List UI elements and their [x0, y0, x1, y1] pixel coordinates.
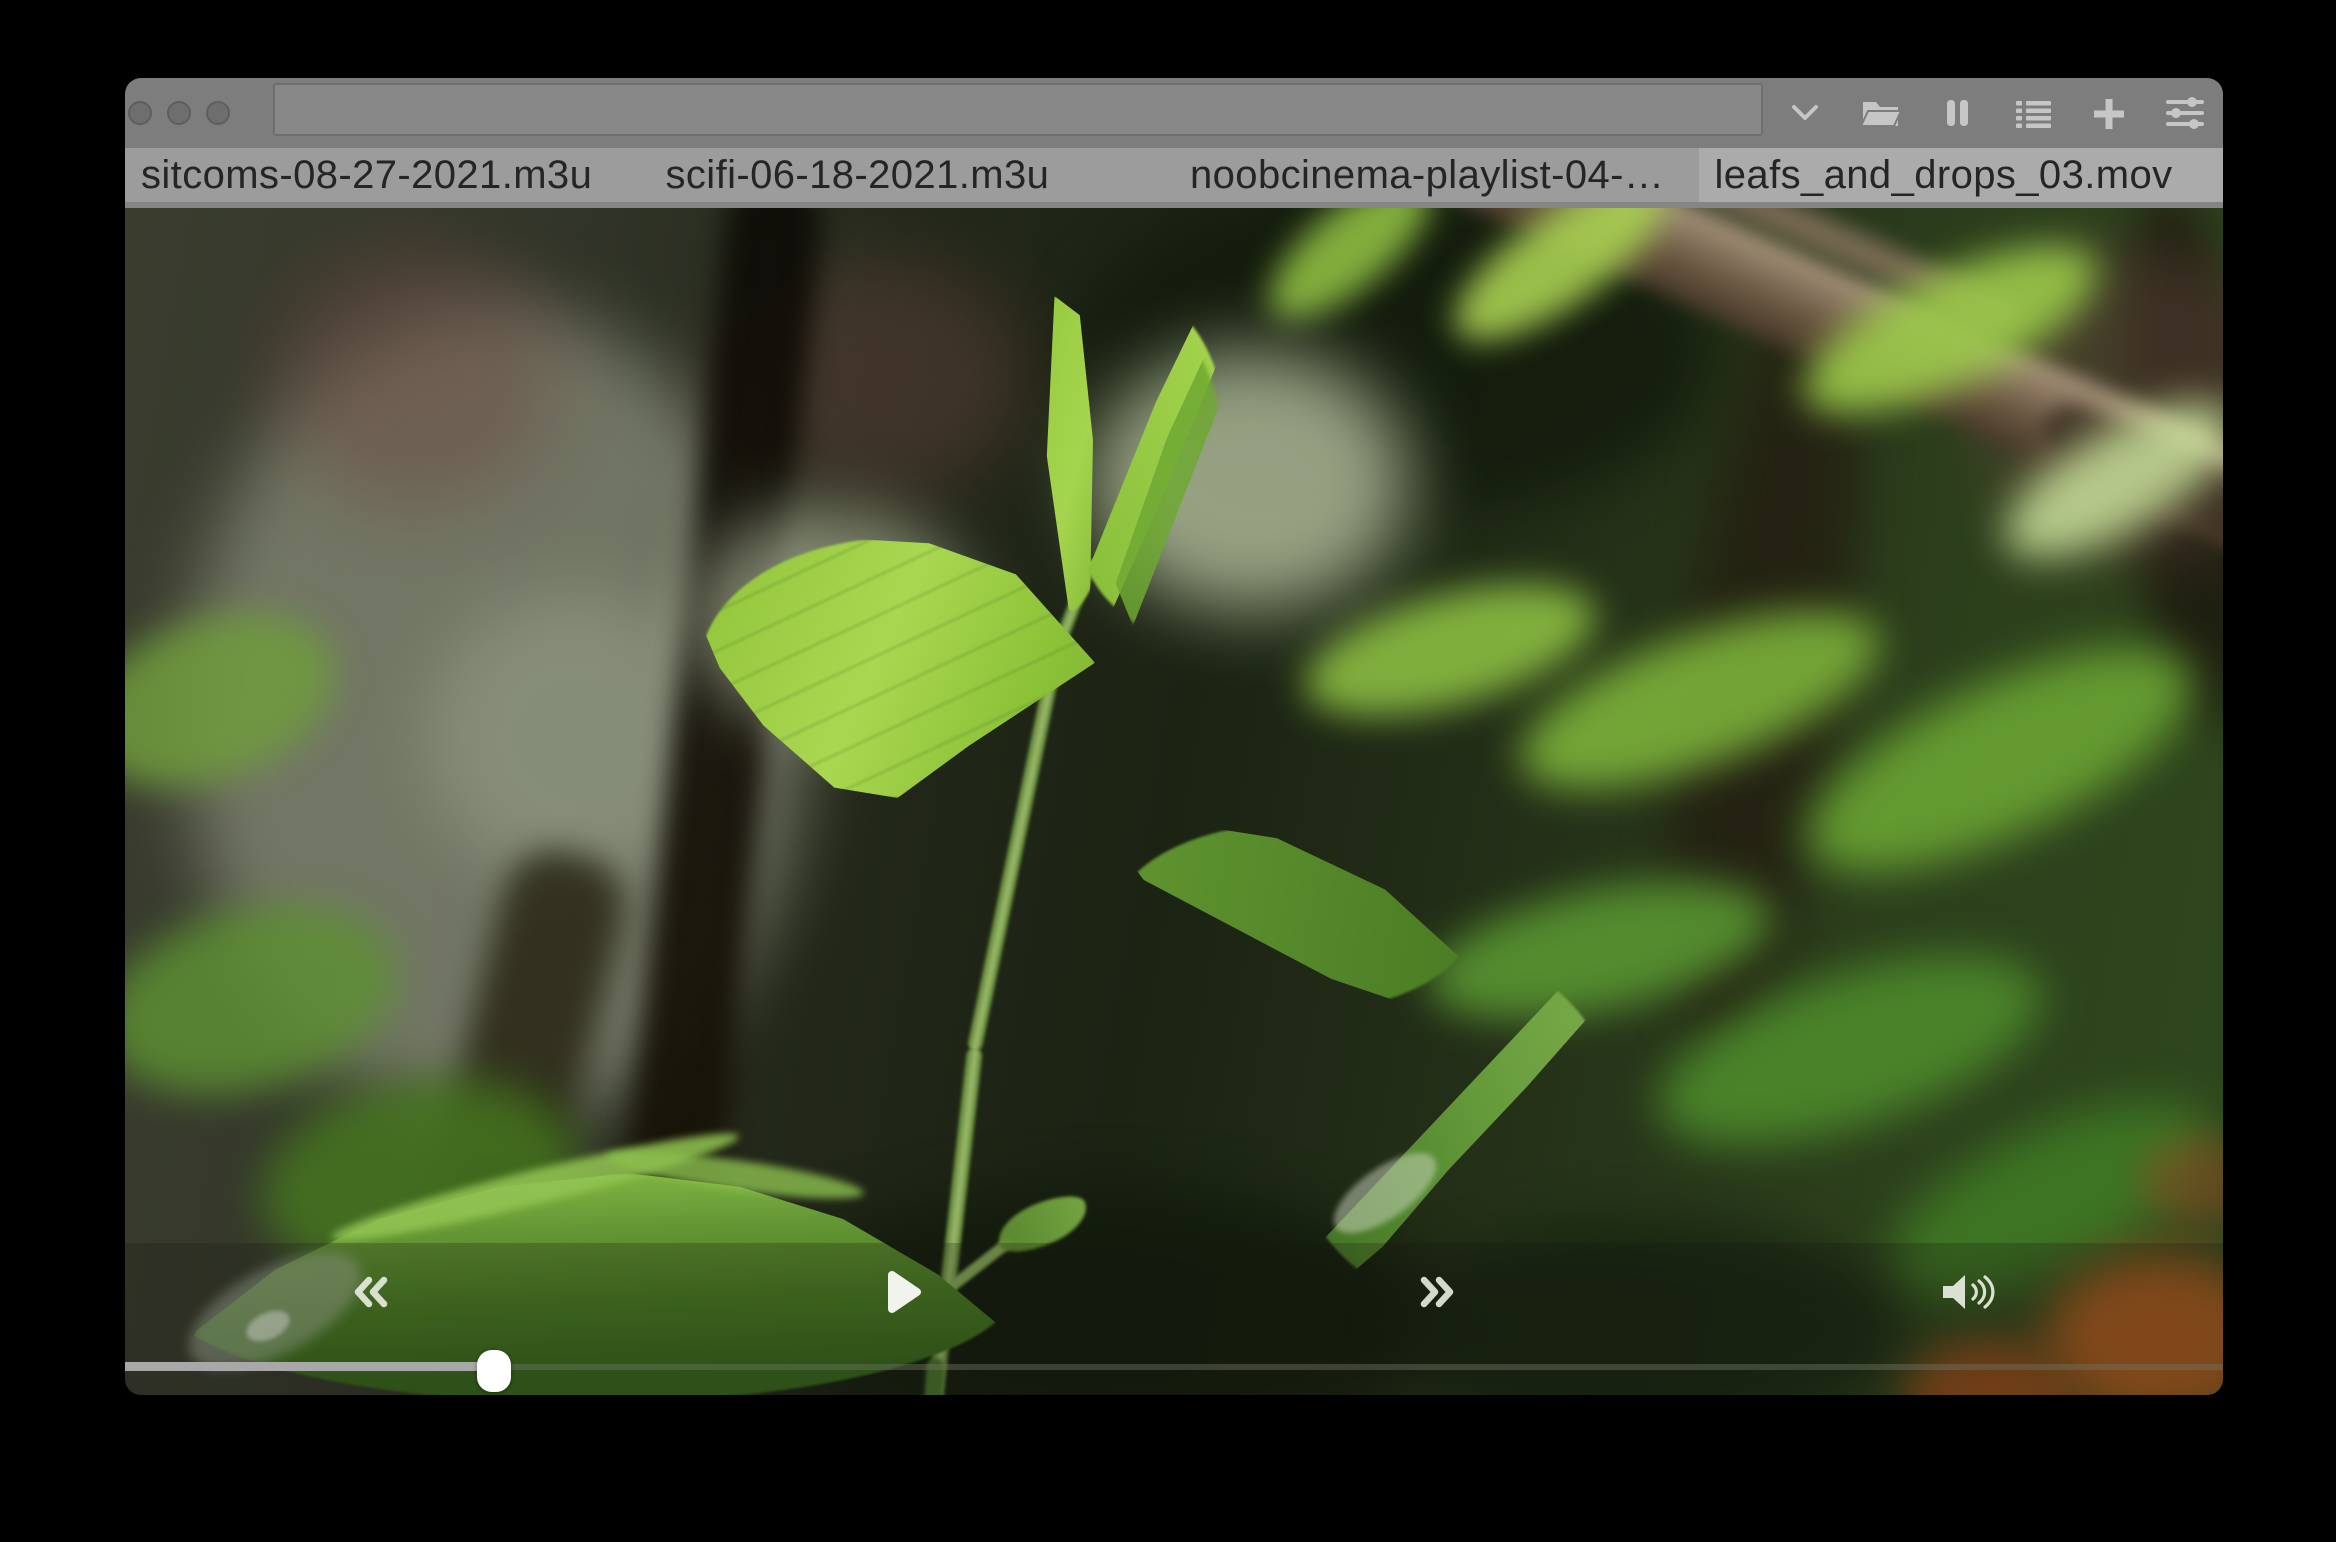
plant-leaf: [1115, 823, 1475, 1013]
minimize-button[interactable]: [167, 101, 191, 125]
zoom-button[interactable]: [206, 101, 230, 125]
controls-scrim: [125, 1243, 2223, 1395]
video-canvas[interactable]: [125, 208, 2223, 1395]
progress-played[interactable]: [125, 1362, 494, 1371]
filter-sliders-icon[interactable]: [2163, 91, 2207, 135]
media-player-window: sitcoms-08-27-2021.m3u scifi-06-18-2021.…: [125, 78, 2223, 1395]
playlist-icon[interactable]: [2011, 91, 2055, 135]
open-folder-icon[interactable]: [1859, 91, 1903, 135]
title-bar-field[interactable]: [273, 83, 1763, 136]
play-icon[interactable]: [859, 1257, 949, 1327]
tab-playlist-1[interactable]: sitcoms-08-27-2021.m3u: [125, 148, 650, 202]
traffic-lights: [128, 78, 230, 148]
desktop-background: { "window": { "traffic_lights": [ {"name…: [0, 0, 2336, 1542]
progress-handle[interactable]: [477, 1350, 511, 1392]
tab-playlist-3[interactable]: noobcinema-playlist-04-12-202…: [1174, 148, 1699, 202]
tab-current-video[interactable]: leafs_and_drops_03.mov: [1699, 148, 2224, 202]
close-button[interactable]: [128, 101, 152, 125]
tab-label: leafs_and_drops_03.mov: [1715, 153, 2208, 198]
foliage-blob: [275, 248, 555, 508]
video-scene: [125, 208, 2223, 1395]
title-bar: [125, 78, 2223, 148]
chevron-down-icon[interactable]: [1783, 91, 1827, 135]
toolbar: [1783, 78, 2207, 148]
tab-label: noobcinema-playlist-04-12-202…: [1190, 153, 1683, 198]
tab-label: scifi-06-18-2021.m3u: [666, 153, 1159, 198]
add-icon[interactable]: [2087, 91, 2131, 135]
tab-label: sitcoms-08-27-2021.m3u: [141, 153, 634, 198]
pause-icon[interactable]: [1935, 91, 1979, 135]
volume-icon[interactable]: [1923, 1257, 2013, 1327]
tab-playlist-2[interactable]: scifi-06-18-2021.m3u: [650, 148, 1175, 202]
skip-back-icon[interactable]: [327, 1257, 417, 1327]
skip-forward-icon[interactable]: [1391, 1257, 1481, 1327]
tab-bar: sitcoms-08-27-2021.m3u scifi-06-18-2021.…: [125, 148, 2223, 202]
